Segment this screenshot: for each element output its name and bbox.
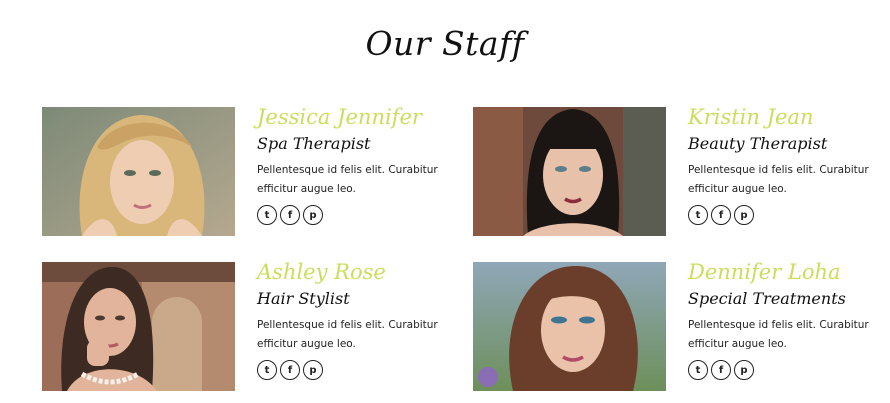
staff-role: Hair Stylist <box>257 289 350 308</box>
staff-card: Jessica Jennifer Spa Therapist Pellentes… <box>42 105 472 237</box>
staff-name: Kristin Jean <box>688 105 814 129</box>
pinterest-icon[interactable]: p <box>303 205 323 225</box>
section-title: Our Staff <box>365 24 525 63</box>
twitter-icon[interactable]: t <box>257 205 277 225</box>
staff-name: Jessica Jennifer <box>257 105 422 129</box>
facebook-icon[interactable]: f <box>711 360 731 380</box>
staff-photo <box>473 107 666 236</box>
pinterest-icon[interactable]: p <box>734 205 754 225</box>
pinterest-icon[interactable]: p <box>734 360 754 380</box>
staff-card: Kristin Jean Beauty Therapist Pellentesq… <box>473 105 890 237</box>
staff-photo <box>42 262 235 391</box>
staff-card: Ashley Rose Hair Stylist Pellentesque id… <box>42 260 472 392</box>
twitter-icon[interactable]: t <box>688 205 708 225</box>
social-links: t f p <box>688 360 754 380</box>
facebook-icon[interactable]: f <box>280 360 300 380</box>
staff-card: Dennifer Loha Special Treatments Pellent… <box>473 260 890 392</box>
facebook-icon[interactable]: f <box>280 205 300 225</box>
staff-description: Pellentesque id felis elit. Curabitur ef… <box>257 164 438 195</box>
social-links: t f p <box>257 205 323 225</box>
staff-name: Dennifer Loha <box>688 260 841 284</box>
social-links: t f p <box>688 205 754 225</box>
social-links: t f p <box>257 360 323 380</box>
pinterest-icon[interactable]: p <box>303 360 323 380</box>
staff-role: Spa Therapist <box>257 134 371 153</box>
staff-photo <box>473 262 666 391</box>
staff-name: Ashley Rose <box>257 260 386 284</box>
staff-role: Beauty Therapist <box>688 134 828 153</box>
twitter-icon[interactable]: t <box>257 360 277 380</box>
staff-role: Special Treatments <box>688 289 846 308</box>
twitter-icon[interactable]: t <box>688 360 708 380</box>
staff-photo <box>42 107 235 236</box>
facebook-icon[interactable]: f <box>711 205 731 225</box>
staff-description: Pellentesque id felis elit. Curabitur ef… <box>688 319 869 350</box>
staff-description: Pellentesque id felis elit. Curabitur ef… <box>257 319 438 350</box>
staff-description: Pellentesque id felis elit. Curabitur ef… <box>688 164 869 195</box>
